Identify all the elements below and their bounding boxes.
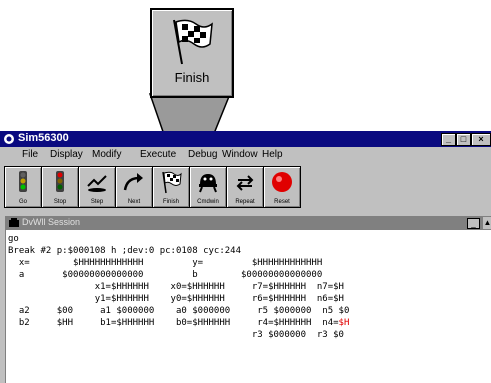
session-title: DvWll Session	[22, 217, 81, 227]
next-button[interactable]: Next	[115, 166, 153, 208]
finish-button[interactable]: Finish	[152, 166, 190, 208]
app-window: Sim56300 _ □ × File Display Modify Execu…	[0, 131, 491, 383]
cmdwin-icon	[199, 174, 217, 193]
step-label: Step	[90, 199, 104, 205]
checkered-flag-icon	[173, 19, 213, 65]
go-label: Go	[18, 199, 27, 205]
traffic-light-red-icon	[56, 171, 64, 192]
finish-label: Finish	[162, 199, 179, 205]
session-minimize-button[interactable]: _	[467, 218, 480, 229]
cmdwin-label: Cmdwin	[197, 199, 219, 205]
console-text: go	[8, 234, 19, 244]
reset-circle-icon	[272, 172, 292, 192]
console-line: a2 $00 a1 $000000 a0 $000000 r5 $000000 …	[8, 305, 488, 317]
menu-display[interactable]: Display	[50, 149, 83, 160]
console-text: x1=$HHHHHH x0=$HHHHHH r7=$HHHHHH n7=$H	[8, 282, 344, 292]
session-icon	[9, 218, 19, 227]
finish-zoom-label: Finish	[174, 70, 210, 85]
step-icon	[87, 175, 107, 192]
console-line: y1=$HHHHHH y0=$HHHHHH r6=$HHHHHH n6=$H	[8, 293, 488, 305]
go-button[interactable]: Go	[4, 166, 42, 208]
console-text: y1=$HHHHHH y0=$HHHHHH r6=$HHHHHH n6=$H	[8, 294, 344, 304]
stop-button[interactable]: Stop	[41, 166, 79, 208]
menu-window[interactable]: Window	[222, 149, 258, 160]
title-bar[interactable]: Sim56300 _ □ ×	[0, 131, 491, 147]
menu-execute[interactable]: Execute	[140, 149, 176, 160]
console-line: x= $HHHHHHHHHHHH y= $HHHHHHHHHHHH	[8, 257, 488, 269]
scroll-up-button[interactable]: ▲	[483, 217, 491, 229]
step-button[interactable]: Step	[78, 166, 116, 208]
menu-debug[interactable]: Debug	[188, 149, 217, 160]
menu-file[interactable]: File	[22, 149, 38, 160]
repeat-button[interactable]: Repeat	[226, 166, 264, 208]
checkered-flag-icon	[162, 171, 182, 194]
app-icon	[4, 134, 14, 144]
console-output[interactable]: go Break #2 p:$000108 h ;dev:0 pc:0108 cy…	[8, 233, 488, 383]
console-line: b2 $HH b1=$HHHHHH b0=$HHHHHH r4=$HHHHHH …	[8, 317, 488, 329]
console-text: Break #2 p:$000108 h ;dev:0 pc:0108 cyc:…	[8, 246, 241, 256]
repeat-icon	[236, 175, 254, 191]
menu-help[interactable]: Help	[262, 149, 283, 160]
close-button[interactable]: ×	[471, 133, 491, 146]
reset-label: Reset	[274, 199, 290, 205]
cmdwin-button[interactable]: Cmdwin	[189, 166, 227, 208]
console-text: a2 $00 a1 $000000 a0 $000000 r5 $000000 …	[8, 306, 350, 316]
maximize-button[interactable]: □	[456, 133, 471, 146]
console-text: a $00000000000000 b $00000000000000	[8, 270, 323, 280]
window-title: Sim56300	[18, 132, 69, 144]
console-line: a $00000000000000 b $00000000000000	[8, 269, 488, 281]
console-text: r3 $000000 r3 $0	[8, 330, 344, 340]
console-text: x= $HHHHHHHHHHHH y= $HHHHHHHHHHHH	[8, 258, 323, 268]
menu-modify[interactable]: Modify	[92, 149, 121, 160]
reset-button[interactable]: Reset	[263, 166, 301, 208]
console-text: $H	[338, 318, 350, 328]
minimize-button[interactable]: _	[441, 133, 456, 146]
console-line: x1=$HHHHHH x0=$HHHHHH r7=$HHHHHH n7=$H	[8, 281, 488, 293]
next-label: Next	[127, 199, 141, 205]
toolbar: Go Stop Step Next Finish Cmdwin Repeat R…	[4, 164, 338, 210]
finish-zoom-callout: Finish	[150, 8, 234, 98]
console-line: go	[8, 233, 488, 245]
stop-label: Stop	[53, 199, 67, 205]
session-title-bar[interactable]: DvWll Session _ ▲	[6, 216, 491, 230]
menu-bar: File Display Modify Execute Debug Window…	[0, 148, 491, 162]
console-text: b2 $HH b1=$HHHHHH b0=$HHHHHH r4=$HHHHHH …	[8, 318, 339, 328]
traffic-light-icon	[19, 171, 27, 192]
next-arrow-icon	[123, 173, 143, 191]
repeat-label: Repeat	[235, 199, 255, 205]
session-window: DvWll Session _ ▲ go Break #2 p:$000108 h…	[5, 216, 491, 383]
console-line: Break #2 p:$000108 h ;dev:0 pc:0108 cyc:…	[8, 245, 488, 257]
console-line: r3 $000000 r3 $0	[8, 329, 488, 341]
